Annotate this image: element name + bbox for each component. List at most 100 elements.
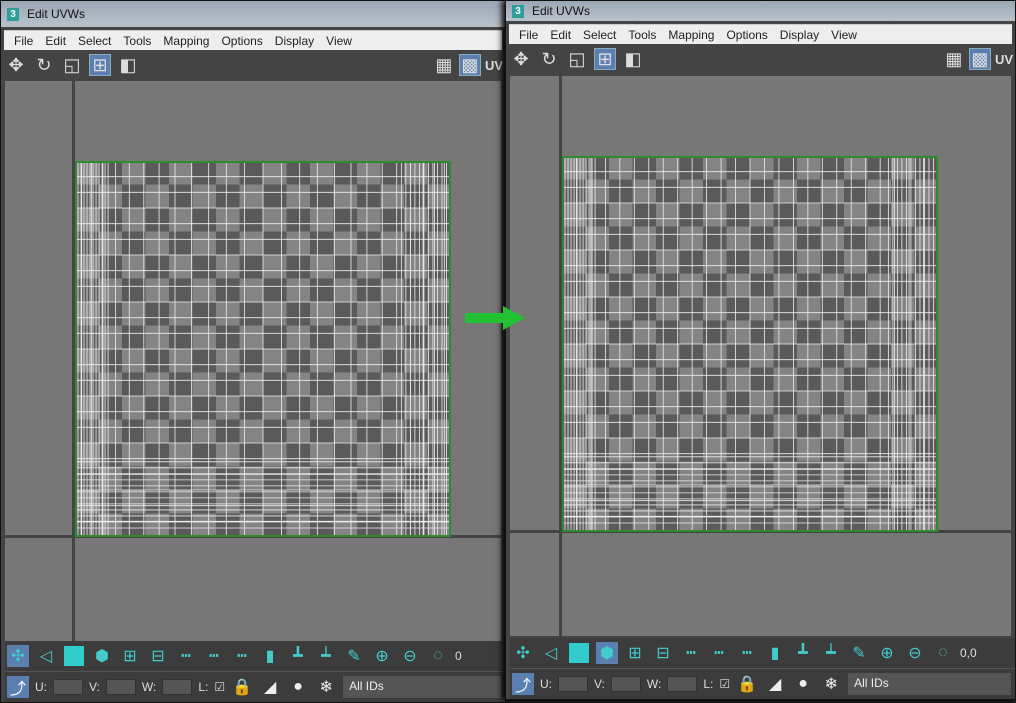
paint-grow-icon[interactable]: ⊕	[371, 645, 393, 667]
edge-select-icon[interactable]: ◁	[35, 645, 57, 667]
menu-mapping[interactable]: Mapping	[157, 34, 215, 48]
lock-icon[interactable]: 🔒	[736, 673, 758, 695]
loop-grow-icon[interactable]: ┅	[708, 642, 730, 664]
menu-display[interactable]: Display	[269, 34, 320, 48]
uv-shell[interactable]	[561, 155, 939, 535]
face-square	[569, 643, 589, 663]
v-label: V:	[594, 677, 605, 691]
paint-shrink-icon[interactable]: ⊖	[399, 645, 421, 667]
ring-icon[interactable]: ▮	[764, 642, 786, 664]
shrink-select-icon[interactable]: ⊟	[652, 642, 674, 664]
menu-tools[interactable]: Tools	[622, 28, 662, 42]
uv-dropdown[interactable]: UV	[995, 52, 1013, 67]
checker-pattern-icon[interactable]: ▦	[943, 48, 965, 70]
w-input[interactable]	[667, 676, 698, 692]
move-icon[interactable]: ✥	[5, 54, 27, 76]
visibility-icon[interactable]: ◢	[764, 673, 786, 695]
uv-viewport[interactable]	[510, 76, 1011, 636]
menu-options[interactable]: Options	[720, 28, 773, 42]
hide-icon[interactable]: ●	[792, 673, 814, 695]
menu-view[interactable]: View	[320, 34, 358, 48]
u-label: U:	[540, 677, 552, 691]
soft-select-icon[interactable]: ◌	[427, 645, 449, 667]
mirror-icon[interactable]: ◧	[622, 48, 644, 70]
loop-icon[interactable]: ┅	[175, 645, 197, 667]
mirror-icon[interactable]: ◧	[117, 54, 139, 76]
transition-arrow-icon	[465, 306, 525, 330]
uv-checker-map[interactable]	[561, 155, 939, 533]
rotate-icon[interactable]: ↻	[33, 54, 55, 76]
soft-select-value[interactable]: 0,0	[960, 646, 977, 660]
menu-mapping[interactable]: Mapping	[662, 28, 720, 42]
paint-shrink-icon[interactable]: ⊖	[904, 642, 926, 664]
lock-icon[interactable]: 🔒	[231, 676, 253, 698]
loop-shrink-icon[interactable]: ┅	[231, 645, 253, 667]
v-input[interactable]	[610, 676, 641, 692]
loop-shrink-icon[interactable]: ┅	[736, 642, 758, 664]
move-icon[interactable]: ✥	[510, 48, 532, 70]
scale-icon[interactable]: ◱	[566, 48, 588, 70]
menu-select[interactable]: Select	[577, 28, 622, 42]
uv-checker-map[interactable]	[74, 160, 452, 538]
element-select-icon[interactable]: ⬢	[596, 642, 618, 664]
shrink-select-icon[interactable]: ⊟	[147, 645, 169, 667]
uv-viewport[interactable]	[5, 81, 501, 641]
texture-display-icon[interactable]: ▩	[968, 48, 991, 70]
soft-select-icon[interactable]: ◌	[932, 642, 954, 664]
scale-icon[interactable]: ◱	[61, 54, 83, 76]
w-input[interactable]	[162, 679, 193, 695]
loop-icon[interactable]: ┅	[680, 642, 702, 664]
transform-mode-icon[interactable]: ⤴	[7, 676, 29, 698]
freeze-icon[interactable]: ❄	[820, 673, 842, 695]
uv-shell[interactable]	[74, 160, 452, 540]
u-input[interactable]	[53, 679, 83, 695]
menu-edit[interactable]: Edit	[39, 34, 72, 48]
rotate-icon[interactable]: ↻	[538, 48, 560, 70]
menu-edit[interactable]: Edit	[544, 28, 577, 42]
menu-file[interactable]: File	[513, 28, 544, 42]
freeform-icon[interactable]: ⊞	[594, 48, 616, 70]
checker-pattern-icon[interactable]: ▦	[433, 54, 455, 76]
element-select-icon[interactable]: ⬢	[91, 645, 113, 667]
id-filter-dropdown[interactable]: All IDs	[848, 673, 1011, 695]
lock-checkbox[interactable]: ☑	[719, 677, 730, 691]
grow-select-icon[interactable]: ⊞	[624, 642, 646, 664]
paint-select-icon[interactable]: ✎	[343, 645, 365, 667]
menu-options[interactable]: Options	[215, 34, 268, 48]
face-select-icon[interactable]	[568, 642, 590, 664]
menu-file[interactable]: File	[8, 34, 39, 48]
transform-mode-icon[interactable]: ⤴	[512, 673, 534, 695]
ring-icon[interactable]: ▮	[259, 645, 281, 667]
id-filter-dropdown[interactable]: All IDs	[343, 676, 501, 698]
ring-grow-icon[interactable]: ┻	[792, 642, 814, 664]
loop-grow-icon[interactable]: ┅	[203, 645, 225, 667]
menu-view[interactable]: View	[825, 28, 863, 42]
menu-tools[interactable]: Tools	[117, 34, 157, 48]
face-select-icon[interactable]	[63, 645, 85, 667]
v-input[interactable]	[105, 679, 136, 695]
ring-shrink-icon[interactable]: ┷	[315, 645, 337, 667]
paint-grow-icon[interactable]: ⊕	[876, 642, 898, 664]
soft-select-value[interactable]: 0	[455, 649, 462, 663]
hide-icon[interactable]: ●	[287, 676, 309, 698]
visibility-icon[interactable]: ◢	[259, 676, 281, 698]
menu-display[interactable]: Display	[774, 28, 825, 42]
texture-display-icon[interactable]: ▩	[458, 54, 481, 76]
paint-select-icon[interactable]: ✎	[848, 642, 870, 664]
freeform-icon[interactable]: ⊞	[89, 54, 111, 76]
selection-tools-row: ✣ ◁ ⬢ ⊞ ⊟ ┅ ┅ ┅ ▮ ┻ ┷ ✎ ⊕ ⊖ ◌ 0,0	[510, 638, 1015, 669]
bottom-toolbar: ✣ ◁ ⬢ ⊞ ⊟ ┅ ┅ ┅ ▮ ┻ ┷ ✎ ⊕ ⊖ ◌ 0,0 ⤴ U: V: W: L: ☑ 🔒 ◢ ● ❄ All IDs	[510, 638, 1015, 699]
freeze-icon[interactable]: ❄	[315, 676, 337, 698]
top-toolbar: ✥ ↻ ◱ ⊞ ◧ ▦ ▩ UV	[506, 44, 1015, 74]
ring-shrink-icon[interactable]: ┷	[820, 642, 842, 664]
menu-select[interactable]: Select	[72, 34, 117, 48]
lock-checkbox[interactable]: ☑	[214, 680, 225, 694]
uv-dropdown[interactable]: UV	[485, 58, 503, 73]
u-input[interactable]	[558, 676, 588, 692]
vertex-select-icon[interactable]: ✣	[7, 645, 29, 667]
ring-grow-icon[interactable]: ┻	[287, 645, 309, 667]
edge-select-icon[interactable]: ◁	[540, 642, 562, 664]
vertex-select-icon[interactable]: ✣	[512, 642, 534, 664]
grow-select-icon[interactable]: ⊞	[119, 645, 141, 667]
window-title: Edit UVWs	[27, 7, 86, 21]
